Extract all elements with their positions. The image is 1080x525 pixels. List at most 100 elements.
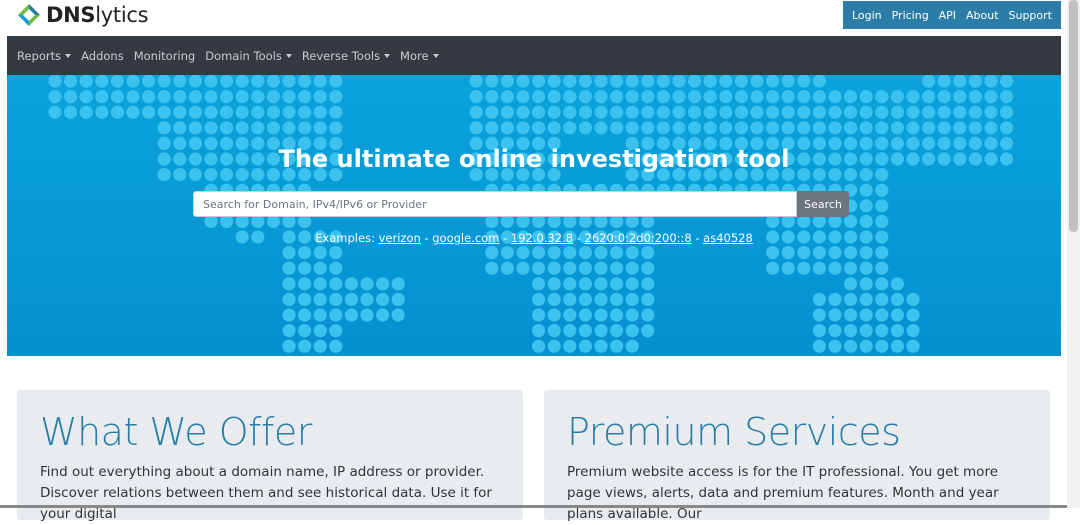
- scrollbar[interactable]: [1067, 0, 1080, 508]
- map-dot: [859, 90, 873, 104]
- toplink-api[interactable]: API: [939, 9, 956, 22]
- search-button[interactable]: Search: [797, 191, 849, 217]
- map-dot: [594, 261, 608, 275]
- scrollbar-thumb[interactable]: [1069, 0, 1078, 232]
- map-dot: [547, 75, 561, 88]
- search-input[interactable]: [193, 191, 797, 217]
- toplink-support[interactable]: Support: [1008, 9, 1051, 22]
- example-link[interactable]: as40528: [703, 231, 753, 245]
- map-dot: [656, 121, 671, 135]
- map-dot: [797, 261, 811, 275]
- nav-item-monitoring[interactable]: Monitoring: [134, 49, 196, 63]
- map-dot: [95, 75, 109, 88]
- caret-down-icon: [285, 53, 292, 58]
- map-dot: [173, 105, 187, 119]
- map-dot: [329, 339, 343, 353]
- map-dot: [532, 121, 546, 135]
- map-dot: [329, 292, 343, 306]
- map-dot: [266, 75, 280, 88]
- examples-line: Examples: verizon - google.com - 192.0.3…: [315, 231, 753, 245]
- map-dot: [547, 90, 561, 104]
- map-dot: [968, 105, 983, 119]
- map-dot: [578, 308, 593, 322]
- map-dot: [766, 90, 780, 104]
- map-dot: [360, 292, 374, 306]
- map-dot: [532, 90, 546, 104]
- map-dot: [859, 214, 873, 228]
- map-dot: [344, 292, 358, 306]
- nav-item-addons[interactable]: Addons: [81, 49, 124, 63]
- map-dot: [922, 121, 936, 135]
- map-dot: [859, 246, 873, 260]
- examples-label: Examples:: [315, 231, 375, 245]
- map-dot: [516, 246, 530, 260]
- toplink-pricing[interactable]: Pricing: [892, 9, 929, 22]
- map-dot: [844, 261, 858, 275]
- map-dot: [95, 105, 109, 119]
- map-dot: [500, 246, 514, 260]
- map-dot: [781, 105, 795, 119]
- map-dot: [625, 277, 639, 291]
- map-dot: [298, 324, 312, 338]
- map-dot: [376, 292, 390, 306]
- brand-name: DNSlytics: [46, 3, 149, 27]
- map-dot: [812, 75, 826, 88]
- map-dot: [547, 105, 561, 119]
- map-dot: [329, 105, 343, 119]
- map-dot: [625, 105, 639, 119]
- map-dot: [282, 105, 296, 119]
- nav-item-reports[interactable]: Reports: [17, 49, 72, 63]
- map-dot: [625, 75, 639, 88]
- map-dot: [282, 308, 296, 322]
- map-dot: [282, 246, 296, 260]
- example-link[interactable]: google.com: [432, 231, 499, 245]
- map-dot: [594, 246, 608, 260]
- map-dot: [578, 90, 593, 104]
- map-dot: [672, 90, 686, 104]
- map-dot: [828, 121, 842, 135]
- map-dot: [750, 75, 764, 88]
- map-dot: [890, 324, 905, 338]
- toplink-about[interactable]: About: [966, 9, 999, 22]
- example-link[interactable]: 2620:0:2d0:200::8: [585, 231, 692, 245]
- map-dot: [594, 292, 608, 306]
- map-dot: [937, 105, 951, 119]
- map-dot: [516, 121, 530, 135]
- map-dot: [797, 121, 811, 135]
- toplink-login[interactable]: Login: [852, 9, 882, 22]
- map-dot: [469, 105, 483, 119]
- map-dot: [516, 75, 530, 88]
- map-dot: [750, 105, 764, 119]
- map-dot: [641, 324, 655, 338]
- what-we-offer-card: What We Offer Find out everything about …: [17, 390, 523, 522]
- logo[interactable]: DNSlytics: [17, 3, 149, 27]
- map-dot: [906, 324, 920, 338]
- map-dot: [641, 308, 655, 322]
- example-link[interactable]: verizon: [379, 231, 421, 245]
- map-dot: [298, 308, 312, 322]
- map-dot: [610, 261, 624, 275]
- map-dot: [890, 90, 905, 104]
- example-link[interactable]: 192.0.32.8: [511, 231, 573, 245]
- map-dot: [610, 105, 624, 119]
- map-dot: [797, 90, 811, 104]
- nav-item-domain-tools[interactable]: Domain Tools: [205, 49, 292, 63]
- map-dot: [594, 339, 608, 353]
- map-dot: [220, 121, 234, 135]
- nav-item-more[interactable]: More: [400, 49, 439, 63]
- map-dot: [313, 246, 327, 260]
- nav-item-reverse-tools[interactable]: Reverse Tools: [302, 49, 391, 63]
- map-dot: [251, 121, 265, 135]
- map-dot: [875, 199, 889, 213]
- map-dot: [625, 261, 639, 275]
- map-dot: [500, 121, 514, 135]
- map-dot: [220, 105, 234, 119]
- map-dot: [282, 277, 296, 291]
- map-dot: [547, 308, 561, 322]
- map-dot: [812, 308, 827, 322]
- map-dot: [344, 277, 358, 291]
- map-dot: [95, 90, 109, 104]
- map-dot: [641, 246, 655, 260]
- map-dot: [251, 75, 265, 88]
- map-dot: [688, 105, 702, 119]
